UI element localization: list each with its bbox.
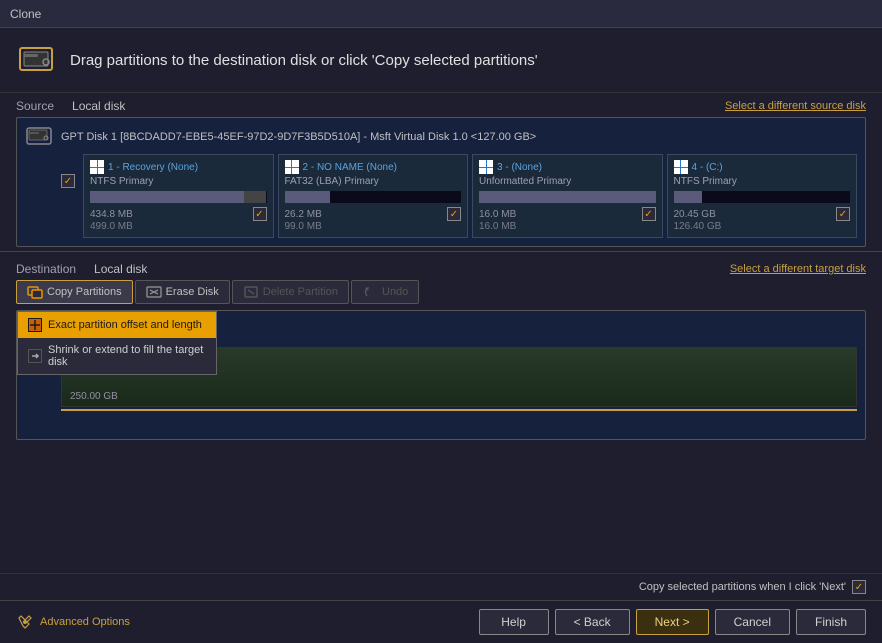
source-label-group: Source Local disk: [16, 99, 125, 113]
partition-3-sizes: 16.0 MB: [479, 207, 656, 221]
partition-1-type: NTFS Primary: [90, 176, 267, 187]
copy-next-checkbox[interactable]: [852, 580, 866, 594]
instruction-text: Drag partitions to the destination disk …: [70, 52, 538, 69]
source-checkbox-area[interactable]: [61, 174, 75, 188]
select-target-link[interactable]: Select a different target disk: [730, 263, 866, 275]
source-sublabel: Local disk: [72, 99, 125, 113]
bottom-bar: Advanced Options Help < Back Next > Canc…: [0, 600, 882, 643]
source-header: Source Local disk Select a different sou…: [16, 99, 866, 113]
delete-partition-button[interactable]: Delete Partition: [232, 280, 349, 304]
dest-bottom-line: [61, 409, 857, 411]
destination-header: Destination Local disk Select a differen…: [16, 262, 866, 276]
finish-button[interactable]: Finish: [796, 609, 866, 635]
copy-partitions-label: Copy Partitions: [47, 286, 122, 298]
partition-1-name: 1 - Recovery (None): [90, 160, 267, 174]
advanced-options-link[interactable]: Advanced Options: [40, 616, 130, 628]
delete-partition-label: Delete Partition: [263, 286, 338, 298]
source-disk-icon: [25, 126, 53, 148]
select-source-link[interactable]: Select a different source disk: [725, 100, 866, 112]
erase-disk-button[interactable]: Erase Disk: [135, 280, 230, 304]
bottom-left: Advanced Options: [16, 613, 130, 631]
partition-4-bar: [674, 191, 851, 203]
copy-checkbox-label: Copy selected partitions when I click 'N…: [639, 581, 846, 593]
footer-section: Copy selected partitions when I click 'N…: [0, 573, 882, 600]
partition-2-sizes: 26.2 MB: [285, 207, 462, 221]
partition-4-sizes: 20.45 GB: [674, 207, 851, 221]
partition-1-bar: [90, 191, 267, 203]
source-label: Source: [16, 99, 54, 113]
partition-3-checkbox[interactable]: [642, 207, 656, 221]
disk-icon-large: [16, 40, 56, 80]
copy-checkbox-area: Copy selected partitions when I click 'N…: [639, 580, 866, 594]
source-disk-title: GPT Disk 1 [8BCDADD7-EBE5-45EF-97D2-9D7F…: [61, 131, 536, 143]
dropdown-item-icon-1: [28, 318, 42, 332]
toolbar-row: Copy Partitions Exact partition offset a…: [16, 280, 866, 304]
dest-sublabel: Local disk: [94, 262, 147, 276]
undo-button[interactable]: Undo: [351, 280, 419, 304]
title-bar: Clone: [0, 0, 882, 28]
back-button[interactable]: < Back: [555, 609, 630, 635]
partition-card-3: 3 - (None) Unformatted Primary 16.0 MB 1…: [472, 154, 663, 238]
source-disk-header: GPT Disk 1 [8BCDADD7-EBE5-45EF-97D2-9D7F…: [25, 126, 857, 148]
dropdown-shrink-option[interactable]: Shrink or extend to fill the target disk: [18, 338, 216, 374]
win-icon-4: [674, 160, 688, 174]
source-section: Source Local disk Select a different sou…: [0, 93, 882, 251]
partition-2-type: FAT32 (LBA) Primary: [285, 176, 462, 187]
next-button[interactable]: Next >: [636, 609, 709, 635]
source-disk-container: GPT Disk 1 [8BCDADD7-EBE5-45EF-97D2-9D7F…: [16, 117, 866, 247]
partition-4-type: NTFS Primary: [674, 176, 851, 187]
win-icon-3: [479, 160, 493, 174]
win-icon-1: [90, 160, 104, 174]
partition-2-name: 2 - NO NAME (None): [285, 160, 462, 174]
partition-1-checkbox[interactable]: [253, 207, 267, 221]
undo-label: Undo: [382, 286, 408, 298]
delete-icon: [243, 285, 259, 299]
partition-2-bar: [285, 191, 462, 203]
partition-card-1: 1 - Recovery (None) NTFS Primary 434.8 M…: [83, 154, 274, 238]
header-instruction-bar: Drag partitions to the destination disk …: [0, 28, 882, 93]
wrench-icon: [16, 613, 34, 631]
erase-disk-label: Erase Disk: [166, 286, 219, 298]
copy-partitions-button[interactable]: Copy Partitions Exact partition offset a…: [16, 280, 133, 304]
win-icon-2: [285, 160, 299, 174]
partition-card-2: 2 - NO NAME (None) FAT32 (LBA) Primary 2…: [278, 154, 469, 238]
bottom-buttons: Help < Back Next > Cancel Finish: [479, 609, 866, 635]
partition-1-sizes: 434.8 MB: [90, 207, 267, 221]
source-checkbox[interactable]: [61, 174, 75, 188]
window-title: Clone: [10, 7, 41, 21]
copy-partitions-dropdown: Exact partition offset and length Shrink…: [17, 311, 217, 375]
partition-2-checkbox[interactable]: [447, 207, 461, 221]
cancel-button[interactable]: Cancel: [715, 609, 790, 635]
help-button[interactable]: Help: [479, 609, 549, 635]
dropdown-item-icon-2: [28, 349, 42, 363]
copy-icon: [27, 285, 43, 299]
partition-3-bar: [479, 191, 656, 203]
dest-label: Destination: [16, 262, 76, 276]
dropdown-exact-label: Exact partition offset and length: [48, 319, 202, 331]
partitions-row: 1 - Recovery (None) NTFS Primary 434.8 M…: [25, 154, 857, 238]
partition-card-4: 4 - (C:) NTFS Primary 20.45 GB 126.40 GB: [667, 154, 858, 238]
section-divider: [0, 251, 882, 252]
main-container: Drag partitions to the destination disk …: [0, 28, 882, 643]
dest-label-group: Destination Local disk: [16, 262, 147, 276]
partition-3-name: 3 - (None): [479, 160, 656, 174]
partition-3-type: Unformatted Primary: [479, 176, 656, 187]
erase-icon: [146, 285, 162, 299]
dest-size-label: 250.00 GB: [70, 391, 118, 402]
undo-icon: [362, 285, 378, 299]
partition-4-checkbox[interactable]: [836, 207, 850, 221]
partition-4-name: 4 - (C:): [674, 160, 851, 174]
destination-section: Destination Local disk Select a differen…: [0, 256, 882, 573]
dropdown-shrink-label: Shrink or extend to fill the target disk: [48, 344, 206, 368]
dropdown-exact-option[interactable]: Exact partition offset and length: [18, 312, 216, 338]
